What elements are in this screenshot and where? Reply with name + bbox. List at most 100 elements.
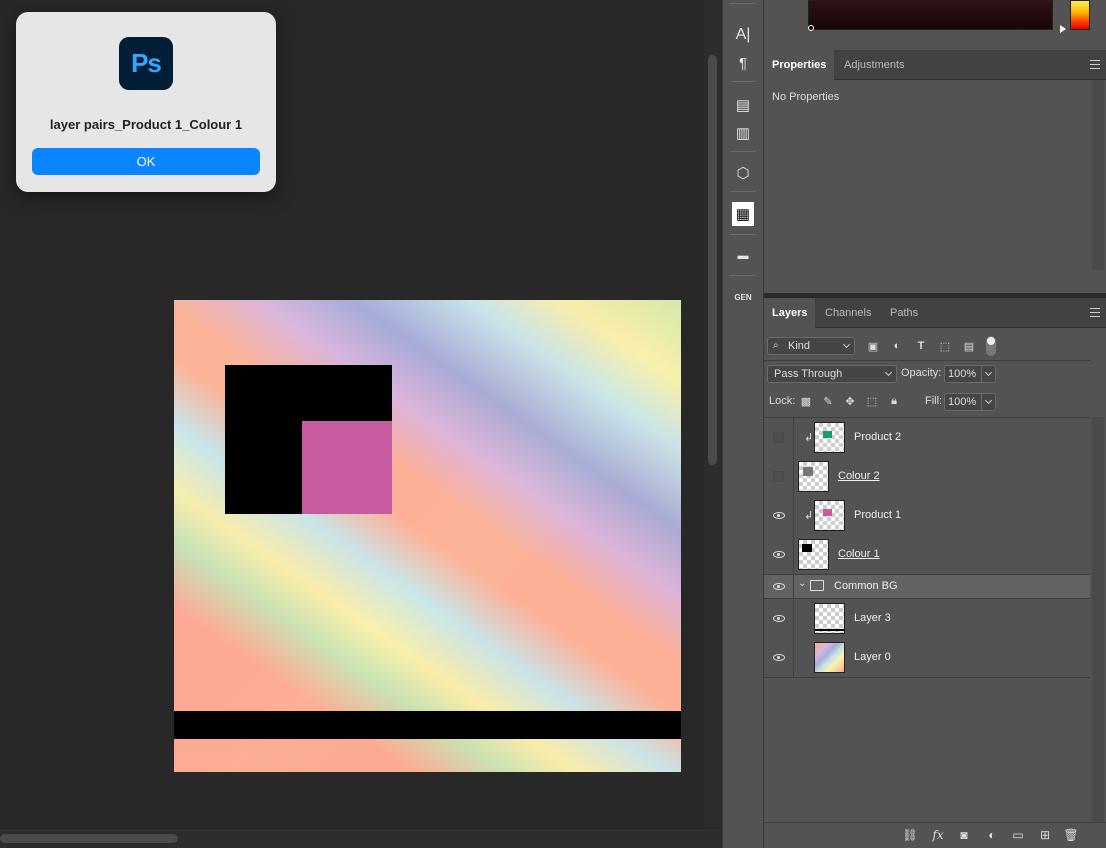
3d-cube-icon[interactable]: ⬡ (729, 161, 757, 185)
chevron-down-icon (884, 368, 893, 377)
link-layers-icon[interactable]: ⛓ (901, 826, 919, 844)
visibility-toggle[interactable] (764, 457, 794, 496)
layer-thumbnail (798, 539, 829, 570)
chevron-down-icon (984, 396, 993, 405)
character-glyph: A| (735, 26, 751, 43)
layer-row-product-1[interactable]: ↲ Product 1 (764, 496, 1090, 535)
character-icon[interactable]: A| (729, 23, 757, 47)
notes-glyph: ▥ (735, 125, 751, 142)
tab-channels[interactable]: Channels (817, 298, 879, 328)
add-mask-icon[interactable]: ◙ (955, 826, 973, 844)
toggle-knob (987, 337, 995, 345)
strip-separator (730, 275, 756, 276)
visibility-toggle[interactable] (764, 599, 794, 638)
properties-panel-menu-icon[interactable] (1090, 60, 1100, 69)
layers-panel-menu-icon[interactable] (1090, 308, 1100, 317)
tab-properties[interactable]: Properties (764, 50, 835, 80)
thumbnail-shape (823, 431, 832, 438)
tab-layers[interactable]: Layers (764, 298, 816, 328)
filter-pixel-icon[interactable]: ▣ (866, 339, 880, 353)
properties-panel-tabs: Properties Adjustments (764, 50, 1106, 80)
clipping-arrow-icon: ↲ (804, 510, 814, 522)
layers-scrollbar[interactable] (1092, 417, 1104, 822)
delete-layer-trash-icon[interactable]: 🗑︎ (1062, 826, 1080, 844)
layer-separator (764, 677, 1090, 678)
visibility-toggle[interactable] (764, 535, 794, 574)
layer-name: Colour 1 (838, 548, 880, 560)
eye-icon (772, 615, 785, 622)
lock-pixels-brush-icon[interactable]: ✎ (821, 394, 835, 408)
cube-glyph: ⬡ (736, 165, 750, 182)
eye-icon (772, 551, 785, 558)
layer-name: Colour 2 (838, 470, 880, 482)
opacity-dropdown[interactable] (981, 366, 995, 382)
lock-transparency-icon[interactable]: ▩ (799, 394, 813, 408)
lock-all-icon[interactable]: 🔒︎ (887, 394, 901, 408)
layer-row-colour-1[interactable]: Colour 1 (764, 535, 1090, 574)
filter-shape-icon[interactable]: ⬚ (938, 339, 952, 353)
layer-row-colour-2[interactable]: Colour 2 (764, 457, 1090, 496)
glyphs-icon[interactable]: ▤ (729, 93, 757, 117)
strip-separator (730, 3, 756, 4)
hue-slider[interactable] (1070, 0, 1090, 30)
generator-icon[interactable]: GEN (729, 285, 757, 309)
layer-row-layer-3[interactable]: Layer 3 (764, 599, 1090, 638)
plugin-icon[interactable]: ▦ (732, 202, 754, 226)
filter-smart-object-icon[interactable]: ▤ (962, 339, 976, 353)
visibility-toggle[interactable] (764, 418, 794, 457)
layer-row-product-2[interactable]: ↲ Product 2 (764, 418, 1090, 457)
vertical-scroll-thumb[interactable] (708, 55, 717, 465)
visibility-toggle[interactable] (764, 496, 794, 535)
dialog-message: layer pairs_Product 1_Colour 1 (49, 117, 243, 132)
horizontal-scroll-thumb[interactable] (0, 834, 178, 843)
color-picker-field[interactable] (808, 0, 1053, 30)
lock-position-icon[interactable]: ✥ (843, 394, 857, 408)
alert-dialog: Ps layer pairs_Product 1_Colour 1 OK (16, 12, 276, 192)
generator-glyph: GEN (734, 292, 752, 302)
libraries-icon[interactable]: ▬ (729, 244, 757, 268)
properties-scrollbar[interactable] (1092, 80, 1104, 270)
fill-dropdown[interactable] (981, 394, 995, 410)
fx-icon[interactable]: fx (929, 826, 947, 844)
artboard[interactable] (174, 300, 681, 772)
layer-name: Product 2 (854, 431, 902, 443)
layer-thumbnail (814, 422, 845, 453)
adjustment-layer-icon[interactable]: ◐ (983, 826, 1001, 844)
layer-group-common-bg[interactable]: ⌄ Common BG (764, 575, 1090, 598)
visibility-toggle[interactable] (764, 575, 794, 598)
ok-button[interactable]: OK (32, 148, 260, 175)
filter-toggle-switch[interactable] (986, 336, 996, 356)
fill-label: Fill: (925, 395, 943, 407)
group-expand-chevron-icon[interactable]: ⌄ (798, 578, 806, 589)
thumbnail-shape (823, 509, 832, 516)
opacity-value: 100% (948, 368, 977, 380)
eye-icon (772, 583, 785, 590)
clipping-arrow-icon: ↲ (804, 432, 814, 444)
lock-label: Lock: (769, 395, 796, 407)
layer-filter-select[interactable]: ⌕ Kind (767, 337, 855, 355)
visibility-toggle[interactable] (764, 638, 794, 677)
paragraph-icon[interactable]: ¶ (729, 51, 757, 75)
opacity-label: Opacity: (901, 367, 942, 379)
filter-adjustment-icon[interactable]: ◐ (890, 339, 904, 353)
color-picker-handle[interactable] (808, 25, 814, 31)
new-layer-icon[interactable]: ⊞ (1036, 826, 1054, 844)
tab-adjustments[interactable]: Adjustments (836, 50, 913, 80)
tab-paths[interactable]: Paths (882, 298, 926, 328)
layer-thumbnail (798, 461, 829, 492)
strip-separator (730, 191, 756, 192)
layer-name: Common BG (834, 580, 898, 592)
opacity-field[interactable]: 100% (944, 365, 996, 383)
fill-field[interactable]: 100% (944, 393, 996, 411)
blend-mode-select[interactable]: Pass Through (767, 365, 897, 383)
photoshop-logo-icon: Ps (119, 37, 173, 90)
layer-row-layer-0[interactable]: Layer 0 (764, 638, 1090, 677)
layer-thumbnail (814, 500, 845, 531)
visibility-off-icon (773, 432, 784, 443)
glyphs-glyph: ▤ (735, 97, 751, 114)
lock-artboard-icon[interactable]: ⬚ (865, 394, 879, 408)
filter-type-icon[interactable]: T (914, 339, 928, 353)
hue-slider-arrow[interactable] (1060, 25, 1066, 33)
new-group-folder-icon[interactable]: ▭ (1009, 826, 1027, 844)
notes-icon[interactable]: ▥ (729, 121, 757, 145)
